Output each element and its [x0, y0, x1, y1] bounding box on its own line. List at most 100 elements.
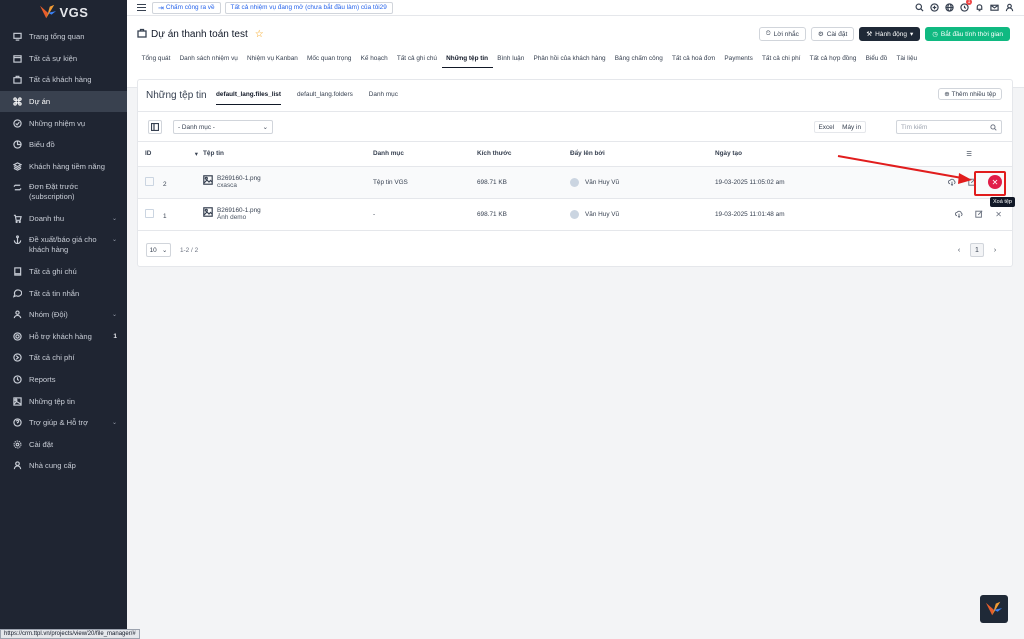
uploader-cell[interactable]: Văn Huy Vũ: [570, 209, 715, 219]
page-size-select[interactable]: 10 ⌄: [146, 243, 171, 257]
favorite-star-icon[interactable]: ☆: [255, 29, 264, 40]
sidebar-item-label: Tất cả tin nhắn: [29, 288, 80, 298]
sidebar-item[interactable]: Tất cả chi phí: [0, 347, 127, 369]
sidebar-item[interactable]: Đơn Đặt trước (subscription): [0, 177, 127, 208]
project-tab[interactable]: Bình luận: [493, 53, 529, 68]
chat-widget-button[interactable]: [980, 595, 1008, 623]
row-checkbox[interactable]: [145, 208, 154, 218]
sidebar-item[interactable]: Tất cả sự kiện: [0, 48, 127, 70]
brand-logo[interactable]: VGS: [0, 0, 127, 24]
sidebar-item[interactable]: Khách hàng tiềm năng: [0, 156, 127, 178]
project-tab[interactable]: Biểu đồ: [861, 53, 892, 68]
col-file[interactable]: Tệp tin: [203, 142, 373, 167]
project-tab[interactable]: Nhiệm vụ Kanban: [242, 53, 302, 68]
settings-icon: [12, 439, 22, 449]
project-tab[interactable]: Tổng quát: [137, 53, 175, 68]
mail-icon[interactable]: [989, 2, 999, 12]
sidebar-item[interactable]: Dự án: [0, 90, 127, 113]
project-tab[interactable]: Phản hồi của khách hàng: [529, 53, 610, 68]
project-tab[interactable]: Kế hoạch: [356, 53, 392, 68]
start-timer-button[interactable]: ◷ Bắt đầu tính thời gian: [925, 27, 1010, 41]
sidebar-item[interactable]: Hỗ trợ khách hàng 1: [0, 326, 127, 348]
col-options[interactable]: ☰: [895, 142, 1012, 167]
add-files-button[interactable]: ⊕ Thêm nhiều tệp: [938, 88, 1002, 100]
open-tasks-button[interactable]: Tất cả nhiệm vụ đang mở (chưa bắt đầu là…: [224, 1, 393, 14]
history-icon[interactable]: 1: [959, 0, 972, 12]
uploader-cell[interactable]: Văn Huy Vũ: [570, 177, 715, 187]
project-tab[interactable]: Tất cả chi phí: [757, 53, 805, 68]
project-tab[interactable]: Tất cả hoá đơn: [667, 53, 719, 68]
project-tab[interactable]: Tài liệu: [892, 53, 922, 68]
project-tab[interactable]: Tất cả hợp đồng: [805, 53, 861, 68]
project-tab[interactable]: Danh sách nhiệm vụ: [175, 53, 242, 68]
sidebar-item[interactable]: Những nhiệm vụ: [0, 112, 127, 134]
col-category[interactable]: Danh mục: [373, 142, 477, 167]
row-checkbox[interactable]: [145, 176, 154, 186]
actions-dropdown[interactable]: ⚒ Hành động ▾: [859, 27, 921, 41]
project-header: Dự án thanh toán test ☆ ⏲ Lời nhắc ⚙ Cài đ…: [127, 16, 1024, 88]
project-tab[interactable]: Payments: [720, 53, 758, 68]
current-page-button[interactable]: 1: [970, 243, 984, 257]
chevron-down-icon: ⌄: [111, 236, 117, 243]
sidebar-item[interactable]: Đề xuất/báo giá cho khách hàng ⌄: [0, 230, 127, 261]
download-cloud-icon[interactable]: [955, 210, 963, 218]
files-card-header: Những tệp tin default_lang.files_list de…: [138, 80, 1012, 112]
export-group: Excel Máy in: [813, 121, 866, 133]
col-created[interactable]: Ngày tạo: [715, 142, 895, 167]
settings-button[interactable]: ⚙ Cài đặt: [810, 27, 855, 41]
project-tab[interactable]: Bảng chấm công: [610, 53, 667, 68]
message-icon: [12, 288, 22, 298]
col-id[interactable]: ID ▾: [138, 142, 203, 167]
reminder-button[interactable]: ⏲ Lời nhắc: [758, 27, 806, 41]
clock-icon: ⏲: [765, 30, 771, 37]
sidebar-item[interactable]: Trang tổng quan: [0, 26, 127, 48]
caret-down-icon: ▾: [909, 31, 914, 38]
columns-toggle-button[interactable]: [148, 120, 162, 134]
sidebar-item[interactable]: Biểu đồ: [0, 134, 127, 156]
sidebar-item[interactable]: Tất cả tin nhắn: [0, 282, 127, 304]
file-name-cell[interactable]: B269160-1.png Ảnh demo: [203, 207, 373, 221]
delete-file-button[interactable]: ✕: [988, 175, 1002, 189]
excel-button[interactable]: Excel: [815, 122, 839, 132]
edit-icon[interactable]: [975, 210, 983, 218]
sidebar-item[interactable]: Nhóm (Đội) ⌄: [0, 304, 127, 326]
sidebar-item[interactable]: Tất cả ghi chú: [0, 261, 127, 283]
next-page-button[interactable]: ›: [988, 243, 1002, 257]
file-name-cell[interactable]: B269160-1.png cxasca: [203, 175, 373, 189]
add-icon[interactable]: [929, 2, 939, 12]
print-button[interactable]: Máy in: [838, 122, 865, 132]
vgs-logo-icon: [985, 601, 1003, 616]
project-tab[interactable]: Mốc quan trọng: [302, 53, 356, 68]
project-tab[interactable]: Những tệp tin: [441, 53, 493, 68]
menu-toggle-icon[interactable]: [137, 4, 146, 11]
sidebar-item-label: Nhà cung cấp: [29, 461, 76, 471]
sidebar-item[interactable]: Trợ giúp & Hỗ trợ ⌄: [0, 412, 127, 434]
user-avatar-icon[interactable]: [1004, 2, 1014, 12]
col-size[interactable]: Kích thước: [477, 142, 570, 167]
col-uploader[interactable]: Đẩy lên bởi: [570, 142, 715, 167]
clock-out-button[interactable]: ⇥ Chấm công ra về: [152, 1, 221, 14]
sidebar-item[interactable]: Doanh thu ⌄: [0, 208, 127, 230]
sidebar-item[interactable]: Reports: [0, 369, 127, 391]
sidebar-item[interactable]: Tất cả khách hàng: [0, 69, 127, 91]
sidebar-item[interactable]: Những tệp tin: [0, 390, 127, 412]
tab-categories[interactable]: Danh mục: [369, 91, 398, 105]
search-icon[interactable]: [914, 2, 924, 12]
globe-icon[interactable]: [944, 2, 954, 12]
tab-files-list[interactable]: default_lang.files_list: [216, 91, 281, 105]
help-icon: [12, 418, 22, 428]
image-file-icon: [203, 175, 213, 187]
bell-icon[interactable]: [974, 2, 984, 12]
edit-icon[interactable]: [968, 178, 976, 186]
prev-page-button[interactable]: ‹: [952, 243, 966, 257]
category-select[interactable]: - Danh mục - ⌄: [173, 120, 273, 134]
search-input[interactable]: [901, 123, 981, 131]
files-title: Những tệp tin: [146, 90, 207, 101]
download-cloud-icon[interactable]: [948, 178, 956, 186]
sidebar-item[interactable]: Nhà cung cấp: [0, 455, 127, 477]
delete-file-button[interactable]: ✕: [995, 210, 1002, 219]
tab-folders[interactable]: default_lang.folders: [297, 91, 353, 105]
chevron-down-icon: ⌄: [111, 216, 117, 223]
project-tab[interactable]: Tất cả ghi chú: [392, 53, 441, 68]
sidebar-item[interactable]: Cài đặt: [0, 434, 127, 456]
